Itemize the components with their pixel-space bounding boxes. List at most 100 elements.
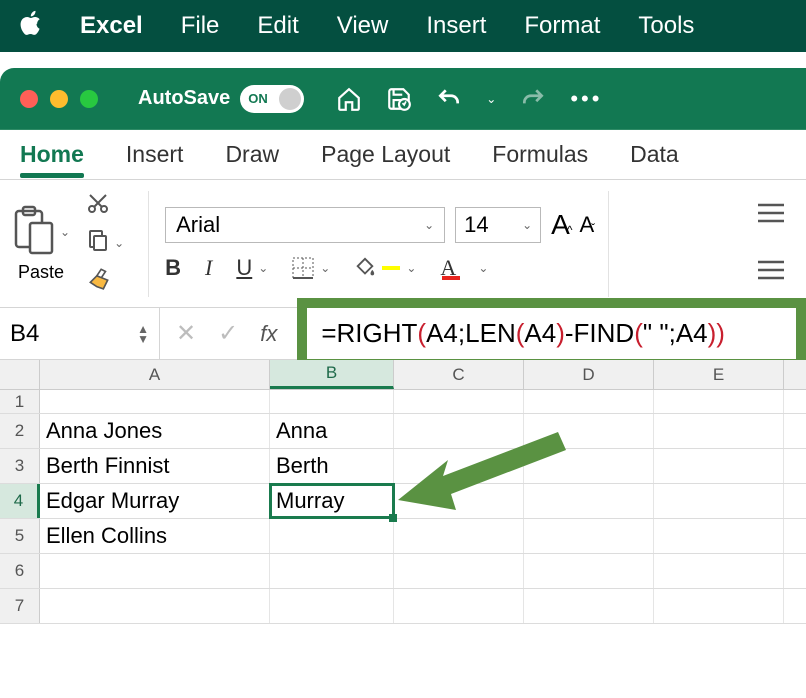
tab-formulas[interactable]: Formulas <box>492 141 588 168</box>
menu-edit[interactable]: Edit <box>257 12 298 40</box>
row-header[interactable]: 1 <box>0 390 40 413</box>
grid-row: 2 Anna Jones Anna <box>0 414 806 449</box>
cell[interactable] <box>394 414 524 448</box>
copy-icon[interactable] <box>86 228 110 257</box>
cell[interactable] <box>524 554 654 588</box>
cell[interactable] <box>524 589 654 623</box>
autosave-toggle[interactable]: ON <box>240 85 304 113</box>
menu-insert[interactable]: Insert <box>426 12 486 40</box>
cell[interactable] <box>270 519 394 553</box>
cell[interactable] <box>270 589 394 623</box>
row-header[interactable]: 3 <box>0 449 40 483</box>
fx-icon[interactable]: fx <box>260 321 277 347</box>
tab-page-layout[interactable]: Page Layout <box>321 141 450 168</box>
cancel-icon[interactable]: ✕ <box>176 319 196 348</box>
cell[interactable] <box>654 519 784 553</box>
format-painter-icon[interactable] <box>86 265 112 296</box>
more-icon[interactable]: ••• <box>570 86 602 112</box>
column-header-c[interactable]: C <box>394 360 524 389</box>
tab-insert[interactable]: Insert <box>126 141 184 168</box>
cell[interactable] <box>40 554 270 588</box>
decrease-font-icon[interactable]: Aˇ <box>579 212 592 238</box>
column-header-a[interactable]: A <box>40 360 270 389</box>
cell[interactable] <box>524 519 654 553</box>
cell[interactable]: Anna Jones <box>40 414 270 448</box>
paste-icon[interactable] <box>12 205 54 260</box>
row-header[interactable]: 5 <box>0 519 40 553</box>
row-header[interactable]: 4 <box>0 484 40 518</box>
cell[interactable] <box>524 390 654 413</box>
save-icon[interactable] <box>386 86 412 112</box>
cell[interactable]: Berth <box>270 449 394 483</box>
undo-dropdown-icon[interactable]: ⌄ <box>486 92 496 106</box>
menu-format[interactable]: Format <box>524 12 600 40</box>
cell[interactable] <box>394 390 524 413</box>
name-box-stepper[interactable]: ▲▼ <box>137 324 149 344</box>
select-all-corner[interactable] <box>0 360 40 389</box>
cell[interactable] <box>654 554 784 588</box>
cell[interactable] <box>394 449 524 483</box>
close-window-button[interactable] <box>20 90 38 108</box>
cell-selected[interactable]: Murray <box>270 484 394 518</box>
menu-tools[interactable]: Tools <box>638 12 694 40</box>
tab-data[interactable]: Data <box>630 141 679 168</box>
cell[interactable] <box>270 390 394 413</box>
row-header[interactable]: 7 <box>0 589 40 623</box>
cell[interactable] <box>394 519 524 553</box>
minimize-window-button[interactable] <box>50 90 68 108</box>
align-icon[interactable] <box>758 260 784 285</box>
column-header-d[interactable]: D <box>524 360 654 389</box>
cell[interactable] <box>524 484 654 518</box>
cell[interactable] <box>654 449 784 483</box>
formula-input[interactable]: =RIGHT(A4;LEN(A4)-FIND(" ";A4)) <box>297 298 806 369</box>
cell[interactable] <box>40 390 270 413</box>
menu-file[interactable]: File <box>181 12 220 40</box>
cell[interactable] <box>654 390 784 413</box>
cell[interactable] <box>654 484 784 518</box>
autosave-control: AutoSave ON <box>138 85 304 113</box>
bold-button[interactable]: B <box>165 255 181 281</box>
cell[interactable] <box>40 589 270 623</box>
cell[interactable] <box>654 589 784 623</box>
undo-icon[interactable] <box>436 86 462 112</box>
name-box-input[interactable] <box>10 320 100 348</box>
cell[interactable]: Berth Finnist <box>40 449 270 483</box>
cell[interactable] <box>394 589 524 623</box>
cell[interactable] <box>524 414 654 448</box>
cell[interactable] <box>654 414 784 448</box>
borders-button[interactable]: ⌄ <box>292 257 330 279</box>
row-header[interactable]: 6 <box>0 554 40 588</box>
cell[interactable]: Edgar Murray <box>40 484 270 518</box>
paste-dropdown-icon[interactable]: ⌄ <box>60 225 70 239</box>
enter-icon[interactable]: ✓ <box>218 319 238 348</box>
zoom-window-button[interactable] <box>80 90 98 108</box>
column-header-e[interactable]: E <box>654 360 784 389</box>
underline-button[interactable]: U ⌄ <box>236 255 268 281</box>
row-header[interactable]: 2 <box>0 414 40 448</box>
align-icon[interactable] <box>758 203 784 228</box>
font-color-button[interactable]: A ⌄ <box>440 255 488 281</box>
apple-logo-icon[interactable] <box>18 10 42 43</box>
home-icon[interactable] <box>336 86 362 112</box>
font-name-select[interactable]: Arial ⌄ <box>165 207 445 243</box>
cell[interactable]: Anna <box>270 414 394 448</box>
tab-home[interactable]: Home <box>20 141 84 168</box>
cell[interactable]: Ellen Collins <box>40 519 270 553</box>
cut-icon[interactable] <box>86 191 110 220</box>
cell[interactable] <box>524 449 654 483</box>
font-size-select[interactable]: 14 ⌄ <box>455 207 541 243</box>
increase-font-icon[interactable]: A^ <box>551 209 569 241</box>
cell[interactable] <box>394 484 524 518</box>
app-name[interactable]: Excel <box>80 12 143 40</box>
grid-row: 1 <box>0 390 806 414</box>
fill-color-button[interactable]: ⌄ <box>354 257 416 279</box>
redo-icon[interactable] <box>520 86 546 112</box>
column-header-b[interactable]: B <box>270 360 394 389</box>
copy-dropdown-icon[interactable]: ⌄ <box>114 236 124 250</box>
tab-draw[interactable]: Draw <box>225 141 279 168</box>
menu-view[interactable]: View <box>337 12 389 40</box>
italic-button[interactable]: I <box>205 255 212 281</box>
cell[interactable] <box>270 554 394 588</box>
cell[interactable] <box>394 554 524 588</box>
name-box[interactable]: ▲▼ <box>0 308 160 359</box>
